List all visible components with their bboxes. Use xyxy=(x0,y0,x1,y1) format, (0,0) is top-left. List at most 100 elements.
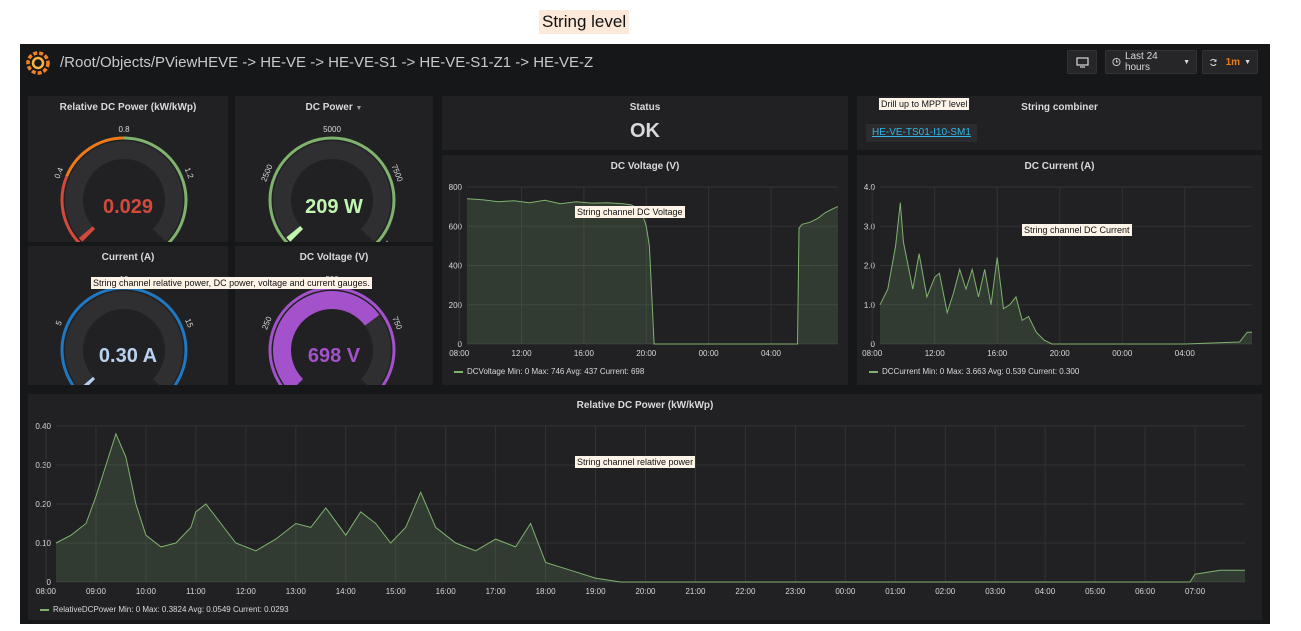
x-tick-label: 12:00 xyxy=(236,587,257,596)
gauge-value-arc xyxy=(286,225,304,242)
gauge-value: 209 W xyxy=(305,196,363,218)
topbar: /Root/Objects/PViewHEVE -> HE-VE -> HE-V… xyxy=(20,44,1270,82)
x-tick-label: 00:00 xyxy=(1112,349,1133,358)
string-combiner-link[interactable]: HE-VE-TS01-I10-SM1 xyxy=(866,124,977,142)
y-tick-label: 600 xyxy=(449,222,463,231)
annotation-voltage: String channel DC Voltage xyxy=(575,206,685,218)
legend-swatch xyxy=(454,370,463,373)
y-tick-label: 3.0 xyxy=(864,222,876,231)
rel-dc-power-gauge: 00.40.81.21.6 xyxy=(53,125,196,242)
y-tick-label: 800 xyxy=(449,183,463,192)
x-tick-label: 22:00 xyxy=(735,587,756,596)
x-tick-label: 20:00 xyxy=(635,587,656,596)
panel-rel-power-chart: Relative DC Power (kW/kWp) 0 0.10 0.20 0.30… xyxy=(28,394,1262,620)
annotation-drill-up: Drill up to MPPT level xyxy=(879,98,970,110)
legend-swatch xyxy=(40,608,49,611)
dc-power-gauge: 025005000750010000 xyxy=(259,125,405,242)
x-tick-label: 02:00 xyxy=(935,587,956,596)
x-tick-label: 16:00 xyxy=(574,349,595,358)
y-tick-label: 0 xyxy=(458,340,463,349)
gauge-track xyxy=(273,141,391,242)
caption-title: String level xyxy=(539,10,630,34)
refresh-picker[interactable]: 1m ▼ xyxy=(1202,50,1258,74)
x-tick-label: 20:00 xyxy=(1050,349,1071,358)
panel-status: Status OK xyxy=(442,96,848,150)
annotation-current: String channel DC Current xyxy=(1022,224,1132,236)
x-tick-label: 10:00 xyxy=(136,587,157,596)
x-tick-label: 14:00 xyxy=(336,587,357,596)
chart-legend[interactable]: DCCurrent Min: 0 Max: 3.663 Avg: 0.539 C… xyxy=(869,367,1079,376)
gauge-value-arc xyxy=(273,291,380,385)
legend-text: DCVoltage Min: 0 Max: 746 Avg: 437 Curre… xyxy=(467,367,645,376)
x-tick-label: 16:00 xyxy=(436,587,457,596)
y-tick-label: 0.10 xyxy=(35,539,51,548)
y-tick-label: 0.40 xyxy=(35,422,51,431)
annotation-relpower: String channel relative power xyxy=(575,456,696,468)
tv-mode-button[interactable] xyxy=(1067,50,1097,74)
time-range-picker[interactable]: Last 24 hours ▼ xyxy=(1105,50,1197,74)
y-tick-label: 400 xyxy=(449,262,463,271)
x-tick-label: 16:00 xyxy=(987,349,1008,358)
clock-icon xyxy=(1112,57,1121,67)
panel-dc-voltage-gauge: DC Voltage (V) 02505007501000 698 V xyxy=(235,246,433,385)
dc-voltage-chart[interactable]: 0 200 400 600 800 12:00 16:00 20:00 00:00 04:00 08… xyxy=(442,155,848,385)
x-tick-label: 17:00 xyxy=(486,587,507,596)
x-tick-label: 09:00 xyxy=(86,587,107,596)
x-tick-label: 04:00 xyxy=(761,349,782,358)
gauge-value: 0.30 A xyxy=(98,345,158,367)
gauge-tick-label: 250 xyxy=(260,315,274,331)
gauge-tick-label: 0.4 xyxy=(53,166,66,180)
gauge-value: 698 V xyxy=(307,345,361,367)
x-tick-label: 18:00 xyxy=(536,587,557,596)
y-tick-label: 4.0 xyxy=(864,183,876,192)
x-tick-label: 00:00 xyxy=(699,349,720,358)
y-tick-label: 0 xyxy=(47,578,52,587)
gauge-tick-label: 15 xyxy=(183,317,195,329)
x-tick-label: 00:00 xyxy=(835,587,856,596)
time-range-label: Last 24 hours xyxy=(1124,51,1158,73)
series-area xyxy=(467,198,838,344)
y-tick-label: 2.0 xyxy=(864,262,876,271)
x-tick-label: 04:00 xyxy=(1035,587,1056,596)
chart-legend[interactable]: RelativeDCPower Min: 0 Max: 0.3824 Avg: … xyxy=(40,605,289,614)
gauge-tick-label: 750 xyxy=(390,315,404,331)
refresh-icon xyxy=(1210,58,1217,66)
x-tick-label: 08:00 xyxy=(862,349,883,358)
x-tick-label: 11:00 xyxy=(186,587,206,596)
panel-dc-power-gauge: DC Power ▼ 025005000750010000 209 W xyxy=(235,96,433,242)
dashboard: /Root/Objects/PViewHEVE -> HE-VE -> HE-V… xyxy=(20,44,1270,624)
panel-dc-voltage-chart: DC Voltage (V) 0 200 400 600 800 12:00 16:00 20… xyxy=(442,155,848,385)
y-tick-label: 0.30 xyxy=(35,461,51,470)
x-tick-label: 06:00 xyxy=(1135,587,1156,596)
caret-down-icon: ▼ xyxy=(1183,58,1190,66)
x-tick-label: 03:00 xyxy=(985,587,1006,596)
caret-down-icon: ▼ xyxy=(1244,58,1251,66)
legend-swatch xyxy=(869,370,878,373)
x-tick-label: 01:00 xyxy=(885,587,906,596)
x-tick-label: 08:00 xyxy=(449,349,470,358)
gauge-track xyxy=(65,291,183,385)
tv-icon xyxy=(1075,56,1089,68)
y-tick-label: 1.0 xyxy=(864,301,876,310)
chart-legend[interactable]: DCVoltage Min: 0 Max: 746 Avg: 437 Curre… xyxy=(454,367,644,376)
x-tick-label: 12:00 xyxy=(512,349,533,358)
x-tick-label: 21:00 xyxy=(685,587,706,596)
refresh-interval-label: 1m xyxy=(1225,56,1241,68)
rel-power-chart[interactable]: 0 0.10 0.20 0.30 0.40 09:00 10:00 11:00 12:00 13:… xyxy=(28,394,1262,620)
gauge-value-arc xyxy=(83,376,96,385)
panel-current-gauge: Current (A) 05101520 0.30 A xyxy=(28,246,228,385)
legend-text: DCCurrent Min: 0 Max: 3.663 Avg: 0.539 C… xyxy=(882,367,1080,376)
y-tick-label: 0 xyxy=(871,340,876,349)
legend-text: RelativeDCPower Min: 0 Max: 0.3824 Avg: … xyxy=(53,605,289,614)
x-tick-label: 08:00 xyxy=(36,587,57,596)
y-tick-label: 0.20 xyxy=(35,500,51,509)
x-tick-label: 15:00 xyxy=(386,587,407,596)
x-tick-label: 07:00 xyxy=(1185,587,1206,596)
y-tick-label: 200 xyxy=(449,301,463,310)
grafana-logo-icon[interactable] xyxy=(25,50,51,76)
x-tick-label: 23:00 xyxy=(785,587,806,596)
gauge-tick-label: 5000 xyxy=(323,125,341,134)
dc-current-chart[interactable]: 0 1.0 2.0 3.0 4.0 12:00 16:00 20:00 00:00 04:00 08… xyxy=(857,155,1262,385)
x-tick-label: 13:00 xyxy=(286,587,307,596)
breadcrumb[interactable]: /Root/Objects/PViewHEVE -> HE-VE -> HE-V… xyxy=(60,54,593,71)
